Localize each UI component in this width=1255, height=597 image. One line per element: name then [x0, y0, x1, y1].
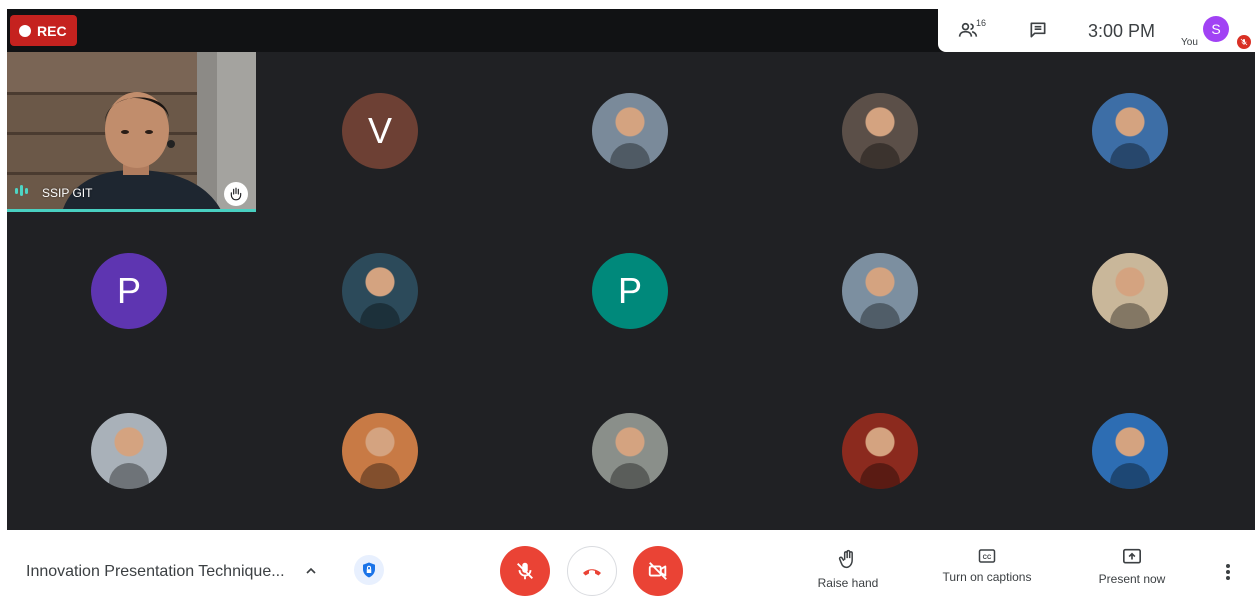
meeting-stage: REC SSIP GIT V P P	[7, 9, 1255, 530]
participant-avatar[interactable]: P	[592, 253, 668, 329]
chat-icon	[1030, 22, 1046, 38]
hand-icon	[224, 182, 248, 206]
self-avatar[interactable]: S	[1203, 16, 1229, 42]
captions-button[interactable]: CC Turn on captions	[932, 548, 1042, 584]
raise-hand-label: Raise hand	[817, 576, 879, 590]
participant-avatar[interactable]	[592, 93, 668, 169]
mic-off-icon	[517, 562, 533, 580]
participant-name: SSIP GIT	[42, 186, 93, 200]
svg-text:CC: CC	[983, 555, 992, 561]
meeting-title[interactable]: Innovation Presentation Technique...	[26, 563, 285, 581]
participants-button[interactable]: 16	[958, 18, 992, 42]
avatar-initial: V	[367, 110, 392, 151]
clock-time: 3:00 PM	[1088, 21, 1156, 41]
participant-avatar[interactable]	[842, 93, 918, 169]
participant-avatar[interactable]	[1092, 253, 1168, 329]
chat-button[interactable]	[1028, 20, 1050, 42]
self-initial: S	[1211, 21, 1221, 37]
participant-avatar[interactable]	[342, 253, 418, 329]
avatar-photo	[1110, 143, 1150, 169]
avatar-photo	[610, 463, 650, 489]
participant-avatar[interactable]	[1092, 413, 1168, 489]
camera-toggle-button[interactable]	[633, 546, 683, 596]
avatar-photo	[360, 463, 400, 489]
participant-avatar[interactable]	[842, 413, 918, 489]
people-icon	[958, 22, 978, 37]
hangup-icon	[583, 569, 601, 576]
recording-label: REC	[37, 22, 67, 39]
record-dot-icon	[19, 24, 31, 37]
avatar-photo	[860, 143, 900, 169]
participant-avatar[interactable]	[1092, 93, 1168, 169]
hand-icon	[838, 549, 853, 569]
avatar-photo	[1110, 463, 1150, 489]
participant-avatar[interactable]	[342, 413, 418, 489]
bottom-toolbar: Innovation Presentation Technique... Rai…	[0, 530, 1255, 597]
present-label: Present now	[1098, 572, 1166, 586]
avatar-photo	[109, 463, 149, 489]
present-button[interactable]: Present now	[1077, 548, 1187, 586]
mic-off-icon	[1237, 35, 1251, 49]
active-speaker-tile[interactable]: SSIP GIT	[7, 52, 256, 212]
leave-call-button[interactable]	[567, 546, 617, 596]
avatar-photo	[360, 303, 400, 329]
avatar-photo	[860, 303, 900, 329]
mic-toggle-button[interactable]	[500, 546, 550, 596]
avatar-initial: P	[116, 270, 141, 311]
participant-avatar[interactable]: V	[342, 93, 418, 169]
participant-avatar[interactable]	[842, 253, 918, 329]
security-button[interactable]	[354, 555, 384, 585]
avatar-initial: P	[617, 270, 642, 311]
avatar-photo	[1110, 303, 1150, 329]
participant-avatar[interactable]: P	[91, 253, 167, 329]
captions-label: Turn on captions	[942, 570, 1032, 584]
participant-count: 16	[976, 18, 987, 28]
participant-avatar[interactable]	[592, 413, 668, 489]
avatar-photo	[860, 463, 900, 489]
speaking-indicator-icon	[15, 185, 28, 196]
chevron-up-icon[interactable]	[303, 563, 319, 579]
captions-icon: CC	[978, 549, 996, 563]
present-icon	[1123, 548, 1141, 564]
participant-avatar[interactable]	[91, 413, 167, 489]
recording-badge: REC	[10, 15, 77, 46]
shield-lock-icon	[363, 562, 375, 578]
more-vert-icon[interactable]	[1220, 562, 1236, 582]
camera-off-icon	[648, 562, 667, 580]
self-label: You	[1181, 37, 1198, 48]
avatar-photo	[610, 143, 650, 169]
raise-hand-button[interactable]: Raise hand	[793, 548, 903, 590]
meeting-info-panel: 16 3:00 PM You S	[938, 9, 1255, 52]
